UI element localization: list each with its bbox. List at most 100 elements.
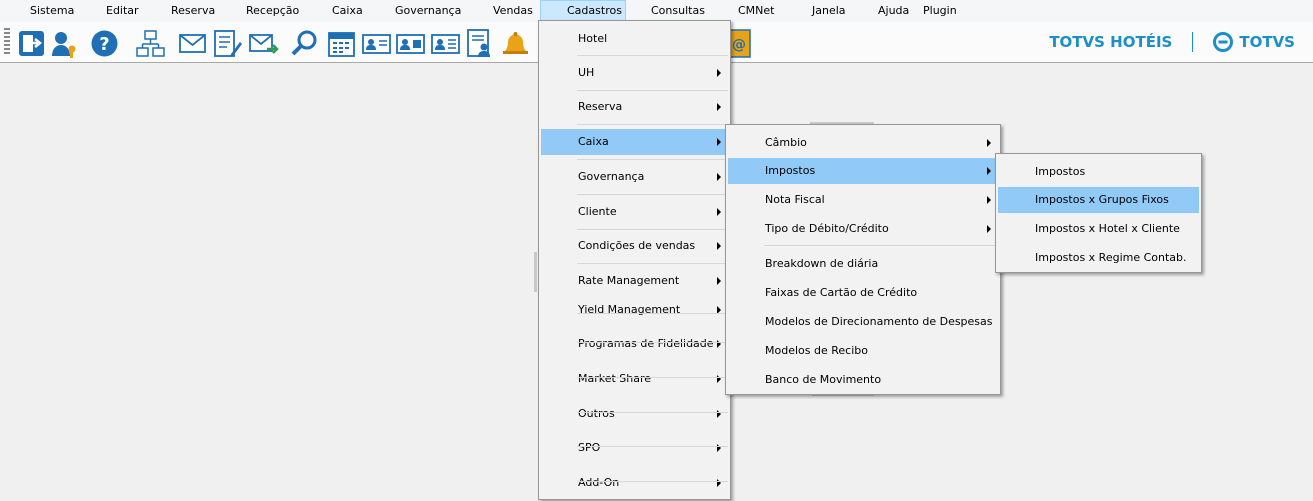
menu-item-modelos-de-recibo[interactable]: Modelos de Recibo [728,338,998,364]
toolbar-button-network[interactable] [133,26,166,59]
logout-icon [19,31,44,56]
menu-separator [577,194,728,195]
totvs-logo: TOTVS [1213,32,1295,52]
menu-governanca[interactable]: Governança [387,0,469,22]
menu-item-governanca[interactable]: Governança [541,164,728,190]
menu-janela[interactable]: Janela [804,0,854,22]
menu-item-cambio[interactable]: Câmbio [728,130,998,156]
impostos-submenu: Impostos Impostos x Grupos Fixos Impostos … [995,153,1202,273]
brand-separator [1192,32,1194,52]
menu-item-programas-de-fidelidade[interactable]: Programas de Fidelidade [541,331,728,357]
menu-item-modelos-de-direcionamento-de-despesas[interactable]: Modelos de Direcionamento de Despesas [728,309,998,335]
menu-item-impostos[interactable]: Impostos [728,158,998,184]
menu-separator [577,55,728,56]
menu-item-label: Câmbio [765,136,807,149]
menu-item-market-share[interactable]: Market Share [541,366,728,392]
menu-recepcao[interactable]: Recepção [238,0,307,22]
submenu-arrow-icon [987,139,991,147]
help-icon: ? [91,30,118,57]
menu-item-impostos-x-regime-contab[interactable]: Impostos x Regime Contab. [998,245,1199,271]
menu-item-label: Add-On [578,476,620,489]
menu-item-spo[interactable]: SPO [541,435,728,461]
menu-item-label: Impostos x Hotel x Cliente [1035,222,1180,235]
menu-editar[interactable]: Editar [98,0,147,22]
menu-item-faixas-de-cartao-de-credito[interactable]: Faixas de Cartão de Crédito [728,280,998,306]
menu-item-label: Caixa [578,135,609,148]
menu-item-label: Outros [578,407,615,420]
menu-item-nota-fiscal[interactable]: Nota Fiscal [728,187,998,213]
menu-item-hotel[interactable]: Hotel [541,26,728,52]
menu-cadastros[interactable]: Cadastros [540,0,626,22]
menu-separator [764,245,998,246]
totvs-logo-text: TOTVS [1239,33,1295,51]
menu-reserva[interactable]: Reserva [163,0,223,22]
network-icon [136,30,165,57]
toolbar-button-logout[interactable] [14,26,47,59]
submenu-arrow-icon [717,277,721,285]
toolbar-grip[interactable] [4,28,10,56]
menu-item-uh[interactable]: UH [541,60,728,86]
menu-item-label: Reserva [578,100,623,113]
menu-separator [577,124,728,125]
menu-item-caixa[interactable]: Caixa [541,129,728,155]
menu-item-reserva[interactable]: Reserva [541,94,728,120]
menu-item-rate-management[interactable]: Rate Management [541,268,728,294]
menu-item-label: Tipo de Débito/Crédito [765,222,889,235]
menu-item-label: Banco de Movimento [765,373,882,386]
menu-item-cliente[interactable]: Cliente [541,199,728,225]
menu-item-impostos[interactable]: Impostos [998,159,1199,185]
menu-item-add-on[interactable]: Add-On [541,470,728,496]
menu-item-impostos-x-hotel-x-cliente[interactable]: Impostos x Hotel x Cliente [998,216,1199,242]
toolbar-button-form-edit[interactable] [210,26,243,59]
menu-separator [577,159,728,160]
menu-separator [577,481,728,482]
menu-plugin[interactable]: Plugin [915,0,965,22]
menu-separator [577,446,728,447]
menu-item-label: Programas de Fidelidade [578,337,714,350]
toolbar-button-mail-forward[interactable] [246,26,279,59]
menu-item-label: Market Share [578,372,652,385]
brand-area: TOTVS HOTÉIS TOTVS [1049,22,1295,62]
menu-sistema[interactable]: Sistema [22,0,82,22]
menu-separator [577,377,728,378]
menu-separator [577,90,728,91]
guest-card-alt-icon [396,34,425,54]
toolbar-button-guest-card[interactable] [359,26,392,59]
cadastros-menu: Hotel UH Reserva Caixa Governança Cliente Cond… [538,20,731,500]
submenu-arrow-icon [717,69,721,77]
toolbar-button-search[interactable] [287,26,320,59]
menu-item-outros[interactable]: Outros [541,401,728,427]
mail-icon [179,34,206,53]
menu-consultas[interactable]: Consultas [643,0,713,22]
menu-item-banco-de-movimento[interactable]: Banco de Movimento [728,367,998,393]
toolbar-button-guest-card-alt[interactable] [393,26,426,59]
toolbar-button-user-document[interactable] [462,26,495,59]
menu-item-label: Faixas de Cartão de Crédito [765,286,918,299]
menu-item-label: Nota Fiscal [765,193,825,206]
menu-vendas[interactable]: Vendas [485,0,541,22]
menu-cmnet[interactable]: CMNet [730,0,782,22]
menu-separator [577,412,728,413]
menu-item-condicoes-de-vendas[interactable]: Condições de vendas [541,233,728,259]
toolbar-button-help[interactable]: ? [87,26,120,59]
svg-text:@: @ [732,37,746,53]
toolbar-button-calendar[interactable] [324,26,357,59]
toolbar-button-mail[interactable] [175,26,208,59]
menu-item-label: Cliente [578,205,617,218]
card-list-icon [431,34,460,54]
toolbar-button-bell[interactable] [498,26,531,59]
menu-item-yield-management[interactable]: Yield Management [541,297,728,323]
menu-item-tipo-de-debito-credito[interactable]: Tipo de Débito/Crédito [728,216,998,242]
menu-item-breakdown-de-diaria[interactable]: Breakdown de diária [728,251,998,277]
toolbar-button-card-list[interactable] [428,26,461,59]
menu-caixa[interactable]: Caixa [324,0,371,22]
menu-ajuda[interactable]: Ajuda [870,0,917,22]
menu-item-impostos-x-grupos-fixos[interactable]: Impostos x Grupos Fixos [998,187,1199,213]
user-document-icon [467,29,490,57]
toolbar-button-user-key[interactable] [47,26,80,59]
menu-item-label: Impostos [1035,165,1086,178]
menu-item-label: Yield Management [578,303,681,316]
menu-item-label: Modelos de Direcionamento de Despesas [765,315,993,328]
menu-item-label: Impostos x Grupos Fixos [1035,193,1169,206]
bell-icon [503,32,528,54]
